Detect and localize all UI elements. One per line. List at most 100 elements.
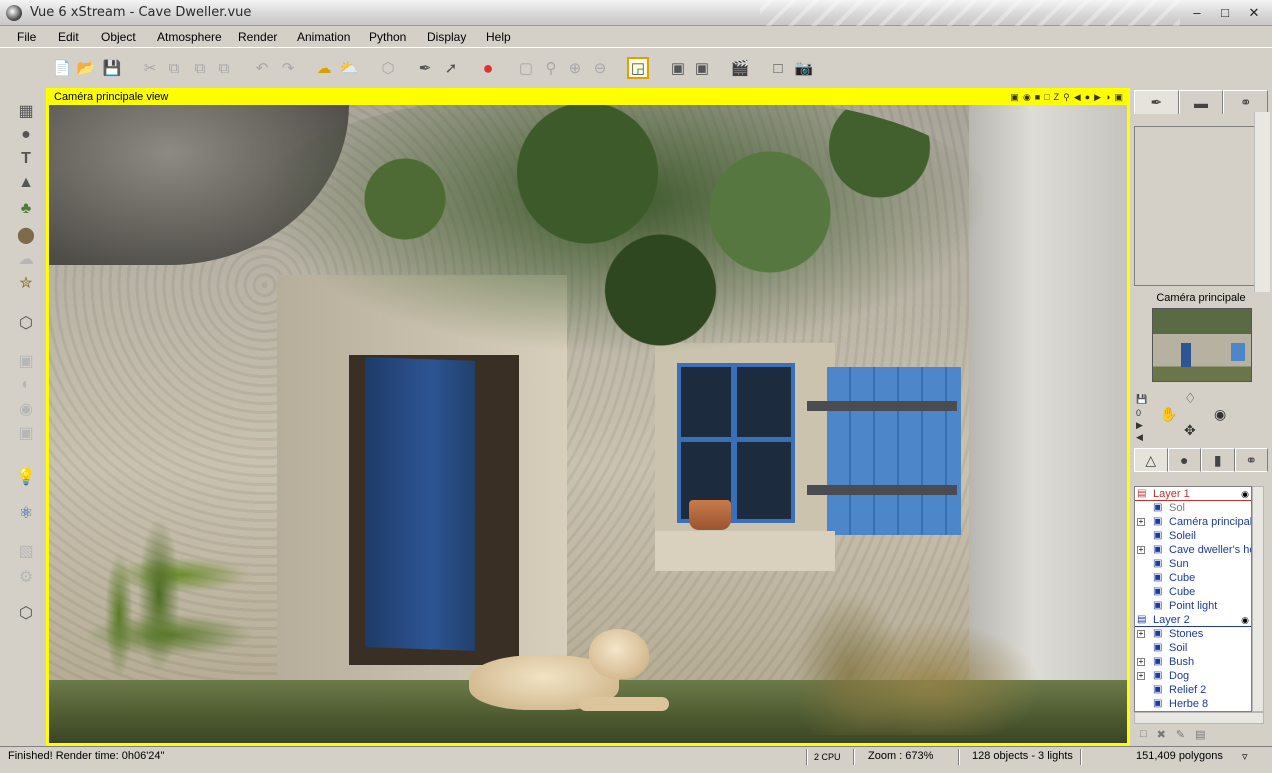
tree-item[interactable]: + ▣ Dog [1135,669,1251,683]
ruler-icon[interactable]: ▬ [1178,90,1224,114]
rendered-scene[interactable] [49,105,1127,743]
expand-icon[interactable]: + [1137,518,1145,526]
tree-item[interactable]: ▣ Cube [1135,571,1251,585]
menu-render[interactable]: Render [238,30,277,44]
light-icon[interactable]: 💡 [14,466,38,488]
camera-viewport[interactable]: Caméra principale view ▣ ◉ ■ □ Z ⚲ ◀ ● ▶… [46,88,1130,746]
tree-item[interactable]: + ▣ Bush [1135,655,1251,669]
app-icon[interactable] [6,5,22,21]
animation-icon[interactable]: 🎬 [729,57,751,79]
cut-icon[interactable]: ✂ [139,57,161,79]
camera-icon[interactable]: ▧ [14,540,38,562]
tree-item[interactable]: ▣ Point light [1135,599,1251,613]
zoom-icon[interactable]: ⚲ [1063,92,1070,103]
metablob-icon[interactable]: ◉ [14,398,38,420]
render-icon[interactable]: 📷 [793,57,815,79]
plant-icon[interactable]: ▲ [14,172,38,194]
white-icon[interactable]: □ [1044,92,1049,103]
materials-icon[interactable]: ● [1167,448,1201,472]
libraries-icon[interactable]: ▮ [1201,448,1235,472]
next-camera-icon[interactable]: ▶ [1136,420,1143,431]
pan-left-icon[interactable]: ◀ [1074,92,1081,103]
menu-object[interactable]: Object [101,30,136,44]
orbit-icon[interactable]: ♢ [1184,390,1197,407]
planet-icon[interactable]: ✮ [14,272,38,294]
edit-icon[interactable]: ✎ [1176,728,1185,744]
save-icon[interactable]: ▣ [1114,92,1123,103]
color-icon[interactable]: ■ [1035,92,1040,103]
layers-icon[interactable]: △ [1134,448,1168,472]
menu-edit[interactable]: Edit [58,30,79,44]
object-library-icon[interactable]: ⬡ [14,312,38,334]
zoom-fit-icon[interactable]: ▢ [515,57,537,79]
menu-atmosphere[interactable]: Atmosphere [157,30,222,44]
previous-camera-icon[interactable]: ◀ [1136,432,1143,443]
expand-icon[interactable]: + [1137,546,1145,554]
render-icon[interactable]: ▣ [1010,92,1019,103]
tree-icon[interactable]: ♣ [14,198,38,220]
layer-header[interactable]: ▤ ◉ Layer 2 [1135,613,1251,627]
pan-hand-icon[interactable]: ✋ [1160,406,1177,423]
menu-animation[interactable]: Animation [297,30,350,44]
close-button[interactable]: ✕ [1243,4,1265,22]
tree-item[interactable]: ▣ Sun [1135,557,1251,571]
camera-view-icon[interactable]: ◲ [627,57,649,79]
cloud-icon[interactable]: ☁ [14,248,38,270]
menu-file[interactable]: File [17,30,36,44]
render-options-icon[interactable]: ▣ [691,57,713,79]
tree-item[interactable]: + ▣ Caméra principale [1135,515,1251,529]
material-icon[interactable]: ✒ [414,57,436,79]
redo-icon[interactable]: ↷ [277,57,299,79]
save-icon[interactable]: 💾 [101,57,123,79]
speed-icon[interactable]: ● [1085,92,1090,103]
z-icon[interactable]: Z [1054,92,1060,103]
visibility-eye-icon[interactable]: ◉ [1241,487,1249,501]
expand-icon[interactable]: + [1137,672,1145,680]
tree-item[interactable]: ▣ Soleil [1135,529,1251,543]
tree-item[interactable]: ▣ Soil [1135,641,1251,655]
tree-item[interactable]: ▣ Herbe 8 [1135,697,1251,711]
new-icon[interactable]: 📄 [51,57,73,79]
paste-icon[interactable]: ⧉ [189,57,211,79]
pointer-icon[interactable]: ➚ [440,57,462,79]
camera-preview[interactable] [1152,308,1252,382]
menu-python[interactable]: Python [369,30,406,44]
ecosystem-icon[interactable]: ⚙ [14,566,38,588]
pan-right-icon[interactable]: ▶ [1094,92,1101,103]
links-icon[interactable]: ⚭ [1234,448,1268,472]
expand-icon[interactable]: + [1137,630,1145,638]
group-icon[interactable]: ▣ [14,350,38,372]
sphere-icon[interactable]: ● [14,124,38,146]
link-icon[interactable]: ⚭ [1223,90,1269,114]
contrast-icon[interactable]: ◑ [1105,92,1110,103]
copy-icon[interactable]: ⧉ [163,57,185,79]
terrain-icon[interactable]: ▦ [14,100,38,122]
duplicate-icon[interactable]: ⧉ [213,57,235,79]
save-camera-icon[interactable]: 💾 [1136,394,1147,405]
delete-icon[interactable]: ✖ [1157,728,1166,744]
animation-wizard-icon[interactable]: ⚛ [14,502,38,524]
atmosphere-editor-icon[interactable]: ☁ [313,57,335,79]
rock-icon[interactable]: ⬤ [14,224,38,246]
object-icon[interactable]: ⬡ [377,57,399,79]
color-palette-icon[interactable]: ● [477,57,499,79]
menu-display[interactable]: Display [427,30,466,44]
menu-help[interactable]: Help [486,30,511,44]
tree-item[interactable]: ▣ Cube [1135,585,1251,599]
layer-header[interactable]: ▤ ◉ Layer 1 [1135,487,1251,501]
hyperblob-icon[interactable]: ▣ [14,422,38,444]
minimize-button[interactable]: – [1186,4,1208,22]
tree-item[interactable]: ▣ Sol [1135,501,1251,515]
open-icon[interactable]: 📂 [75,57,97,79]
visibility-eye-icon[interactable]: ◉ [1241,613,1249,627]
view-eye-icon[interactable]: ◉ [1214,406,1226,423]
brush-icon[interactable]: ✒ [1134,90,1179,114]
undo-icon[interactable]: ↶ [251,57,273,79]
text-icon[interactable]: T [14,148,38,170]
tree-item[interactable]: ▣ Relief 2 [1135,683,1251,697]
tree-item[interactable]: + ▣ Stones [1135,627,1251,641]
properties-icon[interactable]: ▤ [1195,728,1205,744]
zoom-out-icon[interactable]: ⊖ [589,57,611,79]
load-icon[interactable]: ⬡ [14,602,38,624]
zoom-in-icon[interactable]: ⊕ [564,57,586,79]
